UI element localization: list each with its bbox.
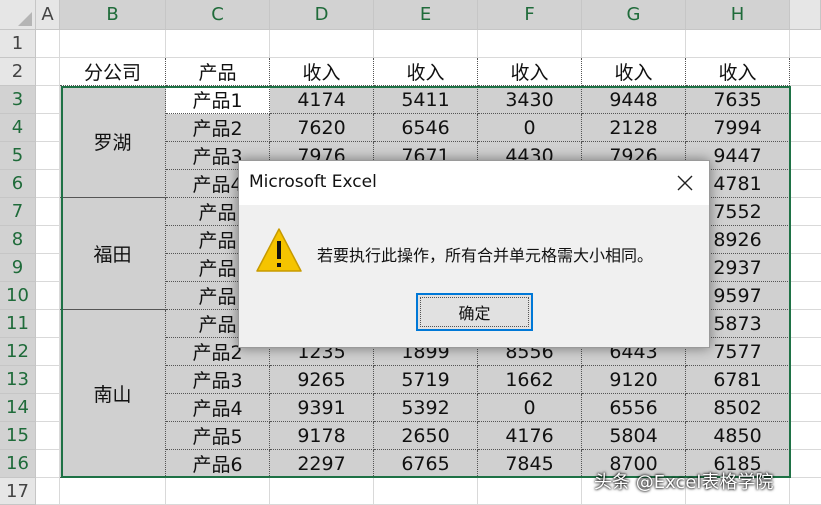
revenue-cell[interactable]: 2128 [582, 114, 686, 142]
revenue-cell[interactable]: 0 [478, 114, 582, 142]
column-header[interactable]: C [166, 0, 270, 30]
revenue-cell[interactable]: 1662 [478, 366, 582, 394]
product-cell[interactable]: 产品5 [166, 422, 270, 450]
revenue-cell[interactable]: 0 [478, 394, 582, 422]
product-cell[interactable]: 产品2 [166, 114, 270, 142]
header-cell[interactable]: 收入 [270, 58, 374, 86]
watermark: 头条 @Excel表格学院 [594, 472, 774, 493]
revenue-cell[interactable]: 4176 [478, 422, 582, 450]
header-cell[interactable]: 收入 [582, 58, 686, 86]
revenue-cell[interactable]: 9265 [270, 366, 374, 394]
row-header[interactable]: 14 [0, 394, 36, 422]
revenue-cell[interactable]: 3430 [478, 86, 582, 114]
column-header[interactable]: A [36, 0, 60, 30]
revenue-cell[interactable]: 5392 [374, 394, 478, 422]
revenue-cell[interactable]: 9178 [270, 422, 374, 450]
column-header[interactable]: E [374, 0, 478, 30]
row-header[interactable]: 17 [0, 478, 36, 505]
column-header[interactable]: B [60, 0, 166, 30]
ok-button[interactable]: 确定 [416, 293, 533, 331]
row-header[interactable]: 10 [0, 282, 36, 310]
close-icon[interactable] [671, 169, 699, 197]
column-header[interactable]: H [686, 0, 790, 30]
row-header[interactable]: 2 [0, 58, 36, 86]
row-header[interactable]: 9 [0, 254, 36, 282]
revenue-cell[interactable]: 5804 [582, 422, 686, 450]
row-header[interactable]: 16 [0, 450, 36, 478]
row-header[interactable]: 11 [0, 310, 36, 338]
revenue-cell[interactable]: 6781 [686, 366, 790, 394]
warning-icon [255, 227, 303, 273]
row-header[interactable]: 4 [0, 114, 36, 142]
dialog-title: Microsoft Excel [249, 172, 377, 192]
header-cell[interactable]: 收入 [374, 58, 478, 86]
row-header[interactable]: 12 [0, 338, 36, 366]
revenue-cell[interactable]: 8502 [686, 394, 790, 422]
revenue-cell[interactable]: 4850 [686, 422, 790, 450]
revenue-cell[interactable]: 4174 [270, 86, 374, 114]
column-header[interactable]: G [582, 0, 686, 30]
header-cell[interactable]: 分公司 [60, 58, 166, 86]
merged-group-cell[interactable]: 南山 [60, 310, 166, 478]
revenue-cell[interactable]: 7620 [270, 114, 374, 142]
merged-group-cell[interactable]: 福田 [60, 198, 166, 310]
revenue-cell[interactable]: 6546 [374, 114, 478, 142]
row-header[interactable]: 1 [0, 30, 36, 58]
row-header[interactable]: 3 [0, 86, 36, 114]
revenue-cell[interactable]: 7635 [686, 86, 790, 114]
revenue-cell[interactable]: 5411 [374, 86, 478, 114]
dialog-message: 若要执行此操作，所有合并单元格需大小相同。 [317, 246, 654, 265]
revenue-cell[interactable]: 6556 [582, 394, 686, 422]
revenue-cell[interactable]: 2650 [374, 422, 478, 450]
merged-group-cell[interactable]: 罗湖 [60, 86, 166, 198]
product-cell[interactable]: 产品4 [166, 394, 270, 422]
row-header[interactable]: 7 [0, 198, 36, 226]
column-header-rest [790, 0, 821, 30]
revenue-cell[interactable]: 2297 [270, 450, 374, 478]
revenue-cell[interactable]: 7845 [478, 450, 582, 478]
revenue-cell[interactable]: 9448 [582, 86, 686, 114]
header-cell[interactable]: 收入 [478, 58, 582, 86]
revenue-cell[interactable]: 9120 [582, 366, 686, 394]
column-header[interactable]: F [478, 0, 582, 30]
product-cell[interactable]: 产品3 [166, 366, 270, 394]
row-header[interactable]: 6 [0, 170, 36, 198]
product-cell[interactable]: 产品6 [166, 450, 270, 478]
revenue-cell[interactable]: 6765 [374, 450, 478, 478]
revenue-cell[interactable]: 5719 [374, 366, 478, 394]
column-header[interactable]: D [270, 0, 374, 30]
row-header[interactable]: 8 [0, 226, 36, 254]
revenue-cell[interactable]: 9391 [270, 394, 374, 422]
header-cell[interactable]: 产品 [166, 58, 270, 86]
alert-dialog: Microsoft Excel 若要执行此操作，所有合并单元格需大小相同。 确定 [238, 160, 710, 348]
row-header[interactable]: 13 [0, 366, 36, 394]
row-header[interactable]: 5 [0, 142, 36, 170]
dialog-titlebar: Microsoft Excel [239, 161, 709, 205]
select-all-corner[interactable] [0, 0, 36, 30]
revenue-cell[interactable]: 7994 [686, 114, 790, 142]
header-cell[interactable]: 收入 [686, 58, 790, 86]
dialog-body: 若要执行此操作，所有合并单元格需大小相同。 确定 [239, 205, 709, 349]
product-cell[interactable]: 产品1 [166, 86, 270, 114]
row-header[interactable]: 15 [0, 422, 36, 450]
